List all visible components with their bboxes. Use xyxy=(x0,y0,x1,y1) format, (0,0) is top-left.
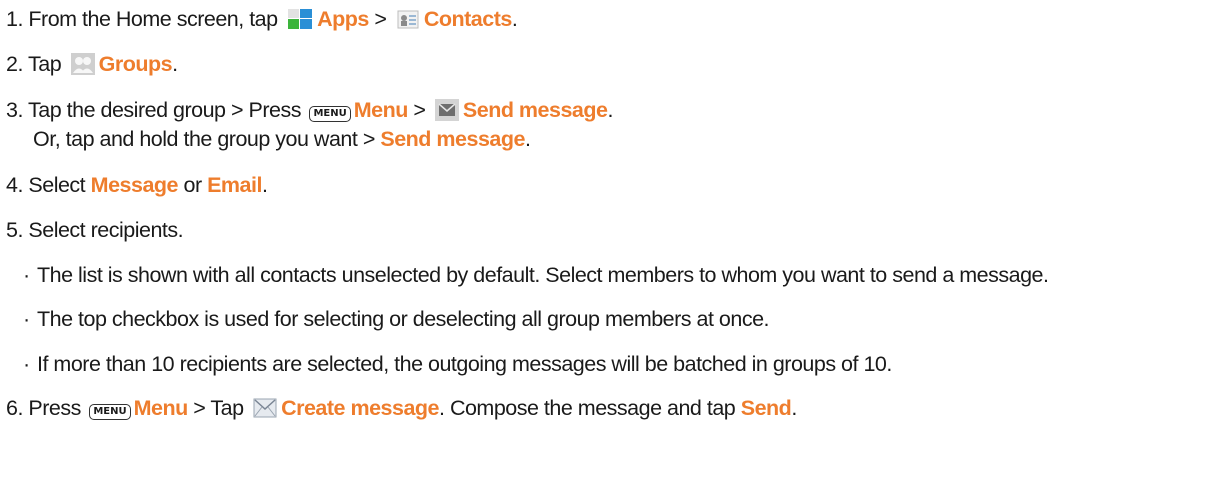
groups-link: Groups xyxy=(98,52,173,76)
step-1-prefix: 1. From the Home screen, tap xyxy=(6,7,278,31)
step-3-gt: > xyxy=(413,98,426,122)
step-3-end: . xyxy=(607,98,613,122)
bullet-2: · The top checkbox is used for selecting … xyxy=(23,305,770,333)
step-5-text: 5. Select recipients. xyxy=(6,218,184,242)
bullet-dot: · xyxy=(23,307,30,331)
step-3-alt-end: . xyxy=(524,127,531,151)
bullet-text: The list is shown with all contacts unse… xyxy=(37,263,1049,287)
step-1-end: . xyxy=(511,7,518,31)
step-6-mid: . Compose the message and tap xyxy=(439,396,736,420)
step-4-or: or xyxy=(183,173,202,197)
step-4-prefix: 4. Select xyxy=(6,173,86,197)
bullet-3: · If more than 10 recipients are selected… xyxy=(23,350,892,378)
send-message-link-alt: Send message xyxy=(380,127,525,151)
step-3-alt: Or, tap and hold the group you want > Se… xyxy=(33,125,531,153)
step-4-end: . xyxy=(261,173,268,197)
instructions-document: 1. From the Home screen, tap Apps > Cont… xyxy=(0,0,1214,489)
step-3-prefix: 3. Tap the desired group > Press xyxy=(6,98,301,122)
message-option: Message xyxy=(90,173,179,197)
step-5: 5. Select recipients. xyxy=(6,216,184,244)
bullet-dot: · xyxy=(23,352,30,376)
email-option: Email xyxy=(207,173,262,197)
bullet-dot: · xyxy=(23,263,30,287)
step-6: 6. Press MENU Menu > Tap Create message. … xyxy=(6,394,797,422)
step-3-alt-prefix: Or, tap and hold the group you want > xyxy=(33,127,375,151)
send-message-link: Send message xyxy=(462,98,608,122)
step-4: 4. Select Message or Email. xyxy=(6,171,268,199)
apps-grid-icon xyxy=(288,9,313,29)
apps-link: Apps xyxy=(317,7,369,31)
step-6-end: . xyxy=(791,396,797,420)
menu-link: Menu xyxy=(133,396,189,420)
contacts-link: Contacts xyxy=(423,7,512,31)
step-3: 3. Tap the desired group > Press MENU Men… xyxy=(6,96,614,124)
groups-icon xyxy=(70,53,95,75)
step-2-end: . xyxy=(172,52,178,76)
menu-key-icon: MENU xyxy=(89,404,131,420)
step-1: 1. From the Home screen, tap Apps > Cont… xyxy=(6,5,518,33)
send-message-icon xyxy=(434,99,459,121)
menu-key-icon: MENU xyxy=(309,106,351,122)
step-6-tap: > Tap xyxy=(193,396,244,420)
contacts-icon xyxy=(397,10,419,29)
send-link: Send xyxy=(740,396,792,420)
step-6-prefix: 6. Press xyxy=(6,396,81,420)
envelope-icon xyxy=(253,398,277,418)
step-2-prefix: 2. Tap xyxy=(6,52,62,76)
menu-link: Menu xyxy=(353,98,409,122)
step-1-gt: > xyxy=(374,7,387,31)
create-message-link: Create message xyxy=(281,396,439,420)
step-2: 2. Tap Groups. xyxy=(6,50,178,78)
bullet-text: The top checkbox is used for selecting o… xyxy=(37,307,770,331)
bullet-1: · The list is shown with all contacts uns… xyxy=(23,261,1049,289)
bullet-text: If more than 10 recipients are selected,… xyxy=(37,352,892,376)
